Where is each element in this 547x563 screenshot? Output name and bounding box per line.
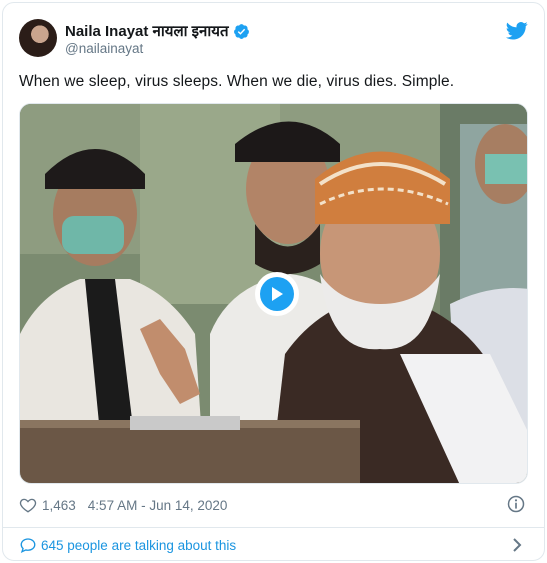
user-handle[interactable]: @nailainayat: [65, 41, 143, 56]
play-button[interactable]: [255, 272, 299, 316]
display-name[interactable]: Naila Inayat नायला इनायत: [65, 21, 229, 41]
play-icon: [272, 287, 283, 301]
tweet-card[interactable]: Naila Inayat नायला इनायत @nailainayat Wh…: [2, 2, 545, 561]
like-count[interactable]: 1,463: [42, 498, 76, 513]
conversation-label[interactable]: 645 people are talking about this: [41, 538, 236, 553]
heart-icon[interactable]: [19, 496, 37, 514]
author-name-row[interactable]: Naila Inayat नायला इनायत: [65, 21, 250, 41]
tweet-timestamp[interactable]: 4:57 AM - Jun 14, 2020: [88, 498, 228, 513]
speech-bubble-icon: [20, 538, 36, 554]
divider: [3, 527, 544, 528]
twitter-bird-icon[interactable]: [506, 21, 528, 41]
tweet-text: When we sleep, virus sleeps. When we die…: [19, 73, 455, 90]
avatar[interactable]: [19, 19, 57, 57]
tweet-meta: 1,463 4:57 AM - Jun 14, 2020: [19, 496, 227, 514]
chevron-right-icon[interactable]: [510, 537, 524, 553]
video-player[interactable]: [19, 103, 528, 484]
info-icon[interactable]: [506, 494, 526, 514]
conversation-link[interactable]: 645 people are talking about this: [19, 536, 236, 554]
verified-badge-icon: [233, 23, 249, 39]
